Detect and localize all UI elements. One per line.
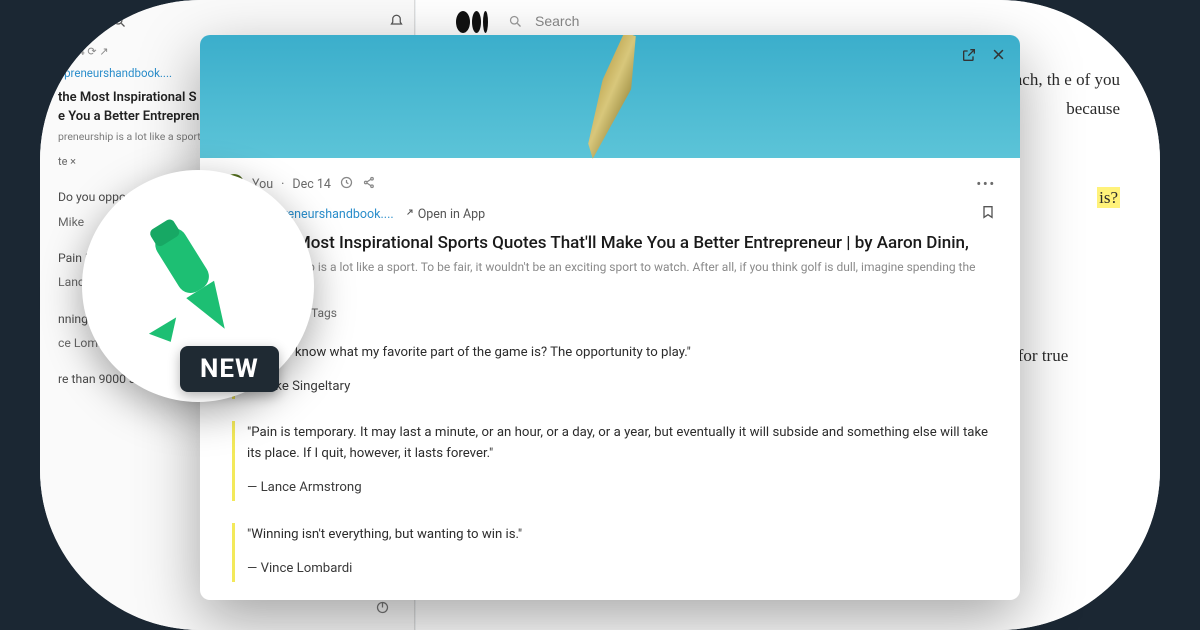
app-logo-small: [58, 11, 98, 37]
quote-block: "Pain is temporary. It may last a minute…: [232, 421, 988, 500]
more-icon[interactable]: •••: [977, 177, 996, 192]
quote-attribution: — Mike Singeltary: [247, 377, 988, 397]
source-row: EH entrepreneurshandbook.... Open in App: [224, 204, 996, 224]
quote-block: "Do you know what my favorite part of th…: [232, 341, 988, 400]
highlight-modal: You · Dec 14 ••• EH entrepreneurshandboo…: [200, 35, 1020, 600]
modal-meta-row: You · Dec 14 •••: [224, 174, 996, 194]
quote-text: "Do you know what my favorite part of th…: [247, 343, 988, 363]
open-in-app-button[interactable]: Open in App: [402, 207, 486, 222]
open-external-icon[interactable]: [961, 47, 977, 67]
quote-attribution: — Lance Armstrong: [247, 478, 988, 498]
article-highlight: is?: [1097, 187, 1120, 208]
power-icon[interactable]: [375, 600, 390, 620]
search-placeholder[interactable]: Search: [535, 10, 579, 34]
close-icon[interactable]: [991, 47, 1006, 67]
new-badge: NEW: [180, 346, 279, 392]
medium-logo-icon: [456, 11, 496, 33]
hero-image: [200, 35, 1020, 158]
quote-attribution: — Vince Lombardi: [247, 559, 988, 579]
quote-block: "Winning isn't everything, but wanting t…: [232, 523, 988, 582]
date-label: Dec 14: [292, 177, 331, 192]
share-icon[interactable]: [362, 175, 377, 194]
bookmark-icon[interactable]: [980, 204, 996, 224]
search-icon[interactable]: [112, 14, 127, 34]
modal-description: Entrepreneurship is a lot like a sport. …: [224, 259, 996, 293]
quote-text: "Pain is temporary. It may last a minute…: [247, 423, 988, 464]
search-icon[interactable]: [508, 14, 523, 29]
modal-title: 10 of the Most Inspirational Sports Quot…: [224, 232, 996, 255]
quote-text: "Winning isn't everything, but wanting t…: [247, 525, 988, 545]
history-icon[interactable]: [339, 175, 354, 194]
bell-icon[interactable]: [389, 14, 404, 34]
